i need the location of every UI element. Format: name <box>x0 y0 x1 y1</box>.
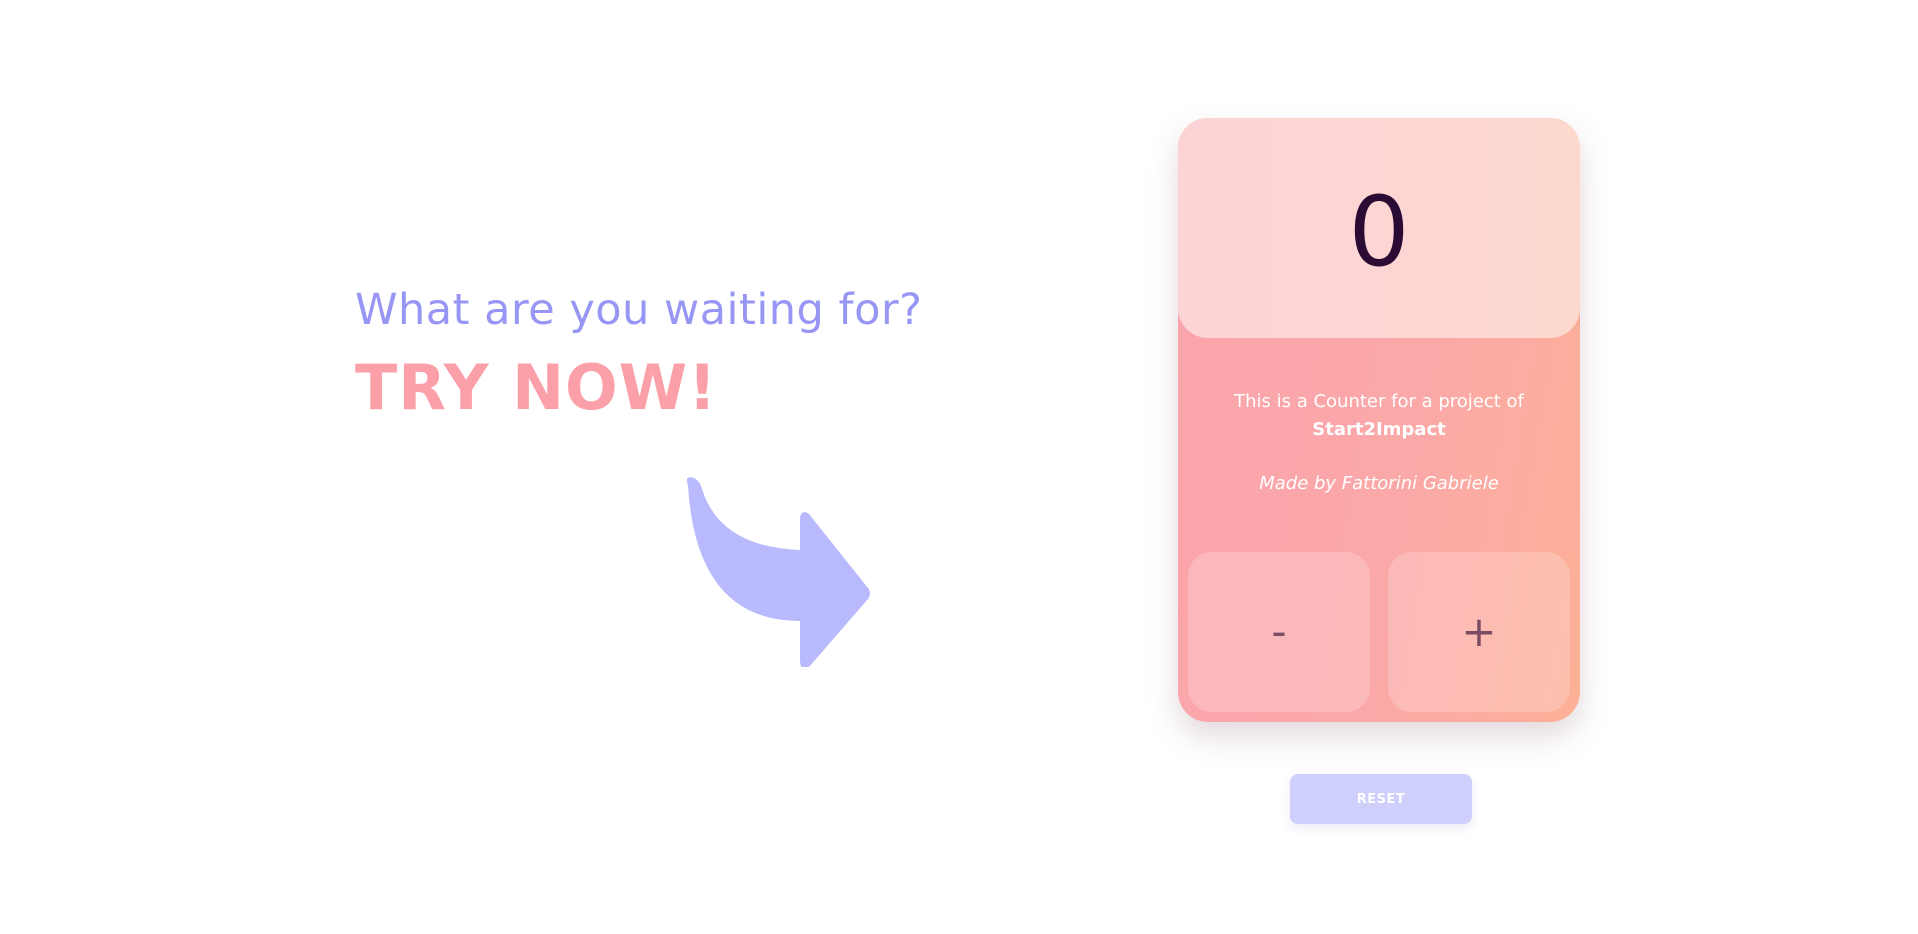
counter-description: This is a Counter for a project of <box>1234 391 1524 412</box>
decrement-button[interactable]: - <box>1188 552 1370 712</box>
counter-author: Made by Fattorini Gabriele <box>1259 473 1499 494</box>
curved-arrow-right-icon <box>686 477 870 667</box>
increment-button[interactable]: + <box>1388 552 1570 712</box>
arrow-shape <box>686 477 870 667</box>
counter-info: This is a Counter for a project of Start… <box>1178 388 1580 498</box>
reset-button[interactable]: RESET <box>1290 774 1472 824</box>
counter-value: 0 <box>1348 176 1410 288</box>
promo-question: What are you waiting for? <box>355 285 923 335</box>
promo-cta: TRY NOW! <box>355 351 718 424</box>
page: What are you waiting for? TRY NOW! 0 Thi… <box>0 0 1918 934</box>
promo-section: What are you waiting for? TRY NOW! <box>355 282 922 424</box>
counter-card: 0 This is a Counter for a project of Sta… <box>1178 118 1580 722</box>
counter-brand: Start2Impact <box>1312 419 1446 440</box>
counter-display: 0 <box>1178 118 1580 338</box>
